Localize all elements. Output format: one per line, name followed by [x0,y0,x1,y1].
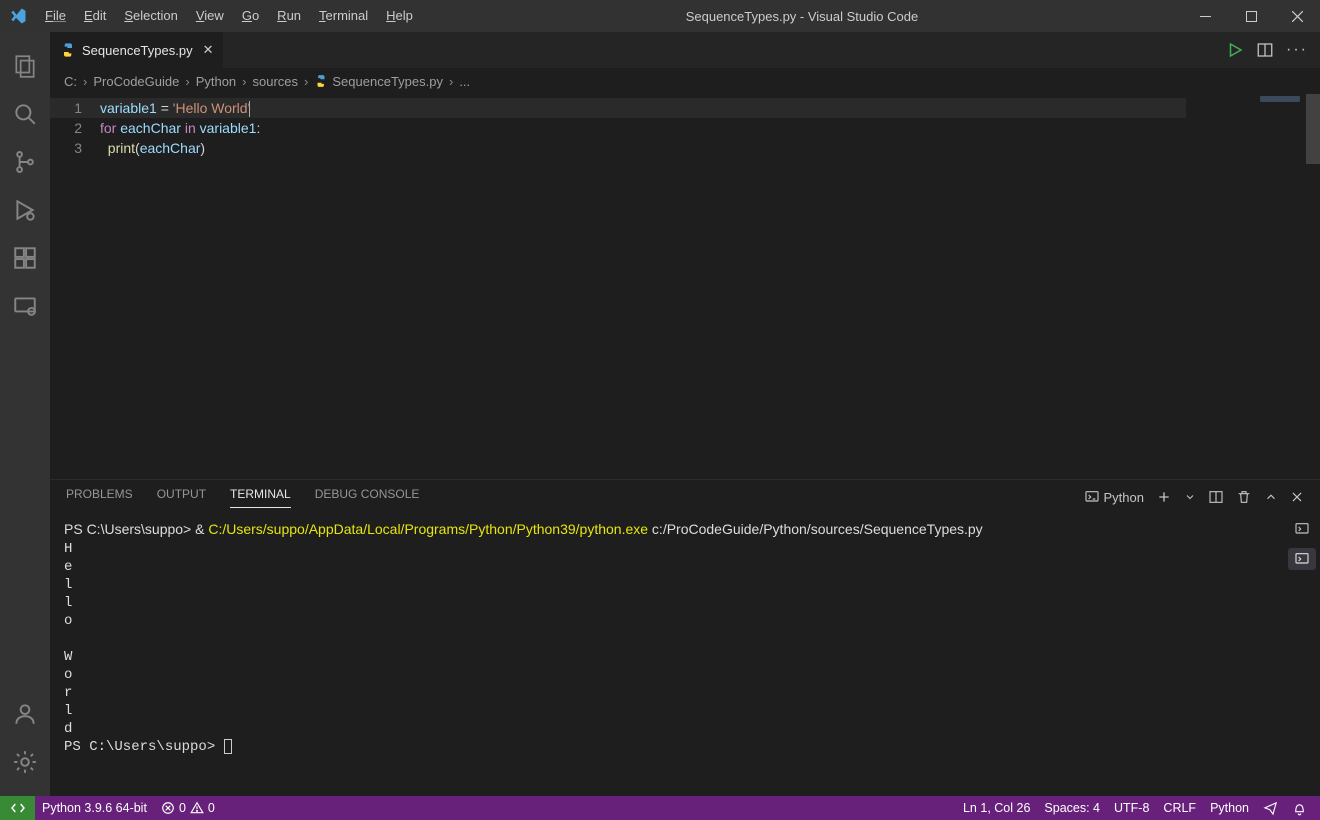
breadcrumb-part[interactable]: ... [459,74,470,89]
menu-view[interactable]: View [187,0,233,32]
title-bar: File Edit Selection View Go Run Terminal… [0,0,1320,32]
panel-tab-debug-console[interactable]: DEBUG CONSOLE [315,487,420,507]
breadcrumb[interactable]: C:› ProCodeGuide› Python› sources› Seque… [50,68,1320,94]
terminal-dropdown-icon[interactable] [1184,491,1196,503]
vscode-logo-icon [0,7,36,25]
terminal[interactable]: PS C:\Users\suppo> & C:/Users/suppo/AppD… [50,514,1284,796]
status-indentation[interactable]: Spaces: 4 [1037,801,1107,815]
status-language[interactable]: Python [1203,801,1256,815]
remote-indicator-icon[interactable] [0,796,35,820]
status-interpreter[interactable]: Python 3.9.6 64-bit [35,801,154,815]
status-eol[interactable]: CRLF [1156,801,1203,815]
menu-file[interactable]: File [36,0,75,32]
python-file-icon [60,42,76,58]
explorer-icon[interactable] [0,42,50,90]
more-actions-icon[interactable]: ··· [1286,41,1308,59]
window-title: SequenceTypes.py - Visual Studio Code [422,9,1182,24]
settings-gear-icon[interactable] [0,738,50,786]
remote-explorer-icon[interactable] [0,282,50,330]
source-control-icon[interactable] [0,138,50,186]
status-feedback-icon[interactable] [1256,801,1285,816]
panel-tab-output[interactable]: OUTPUT [157,487,206,507]
status-bar: Python 3.9.6 64-bit 0 0 Ln 1, Col 26 Spa… [0,796,1320,820]
panel-close-icon[interactable] [1290,490,1304,504]
split-editor-icon[interactable] [1256,41,1274,59]
breadcrumb-part[interactable]: C: [64,74,77,89]
minimap[interactable] [1186,94,1306,479]
extensions-icon[interactable] [0,234,50,282]
tab-close-icon[interactable]: ✕ [199,42,214,58]
panel-tab-problems[interactable]: PROBLEMS [66,487,133,507]
activity-bar [0,32,50,796]
menu-bar: File Edit Selection View Go Run Terminal… [36,0,422,32]
run-file-icon[interactable] [1226,41,1244,59]
breadcrumb-file[interactable]: SequenceTypes.py [314,74,443,89]
status-cursor-position[interactable]: Ln 1, Col 26 [956,801,1037,815]
editor-tab-row: SequenceTypes.py ✕ ··· [50,32,1320,68]
panel-maximize-icon[interactable] [1264,490,1278,504]
status-encoding[interactable]: UTF-8 [1107,801,1156,815]
split-terminal-icon[interactable] [1208,489,1224,505]
panel: PROBLEMS OUTPUT TERMINAL DEBUG CONSOLE P… [50,479,1320,796]
panel-tab-terminal[interactable]: TERMINAL [230,487,291,508]
kill-terminal-icon[interactable] [1236,489,1252,505]
window-minimize-button[interactable] [1182,0,1228,32]
breadcrumb-part[interactable]: Python [196,74,236,89]
search-icon[interactable] [0,90,50,138]
menu-run[interactable]: Run [268,0,310,32]
terminal-shell-selector[interactable]: Python [1084,489,1144,505]
terminal-list [1284,514,1320,796]
editor-tab-active[interactable]: SequenceTypes.py ✕ [50,32,224,68]
menu-selection[interactable]: Selection [115,0,186,32]
status-problems[interactable]: 0 0 [154,801,222,815]
accounts-icon[interactable] [0,690,50,738]
breadcrumb-part[interactable]: ProCodeGuide [93,74,179,89]
window-close-button[interactable] [1274,0,1320,32]
menu-terminal[interactable]: Terminal [310,0,377,32]
menu-edit[interactable]: Edit [75,0,115,32]
new-terminal-icon[interactable] [1156,489,1172,505]
terminal-instance-icon[interactable] [1288,518,1316,540]
window-maximize-button[interactable] [1228,0,1274,32]
menu-help[interactable]: Help [377,0,422,32]
tab-filename: SequenceTypes.py [82,43,193,58]
code-editor[interactable]: 1variable1 = 'Hello World'2for eachChar … [50,94,1186,479]
editor-scrollbar[interactable] [1306,94,1320,479]
breadcrumb-part[interactable]: sources [253,74,299,89]
editor-pane: 1variable1 = 'Hello World'2for eachChar … [50,94,1320,479]
status-notifications-icon[interactable] [1285,801,1314,816]
run-debug-icon[interactable] [0,186,50,234]
terminal-instance-icon[interactable] [1288,548,1316,570]
menu-go[interactable]: Go [233,0,268,32]
